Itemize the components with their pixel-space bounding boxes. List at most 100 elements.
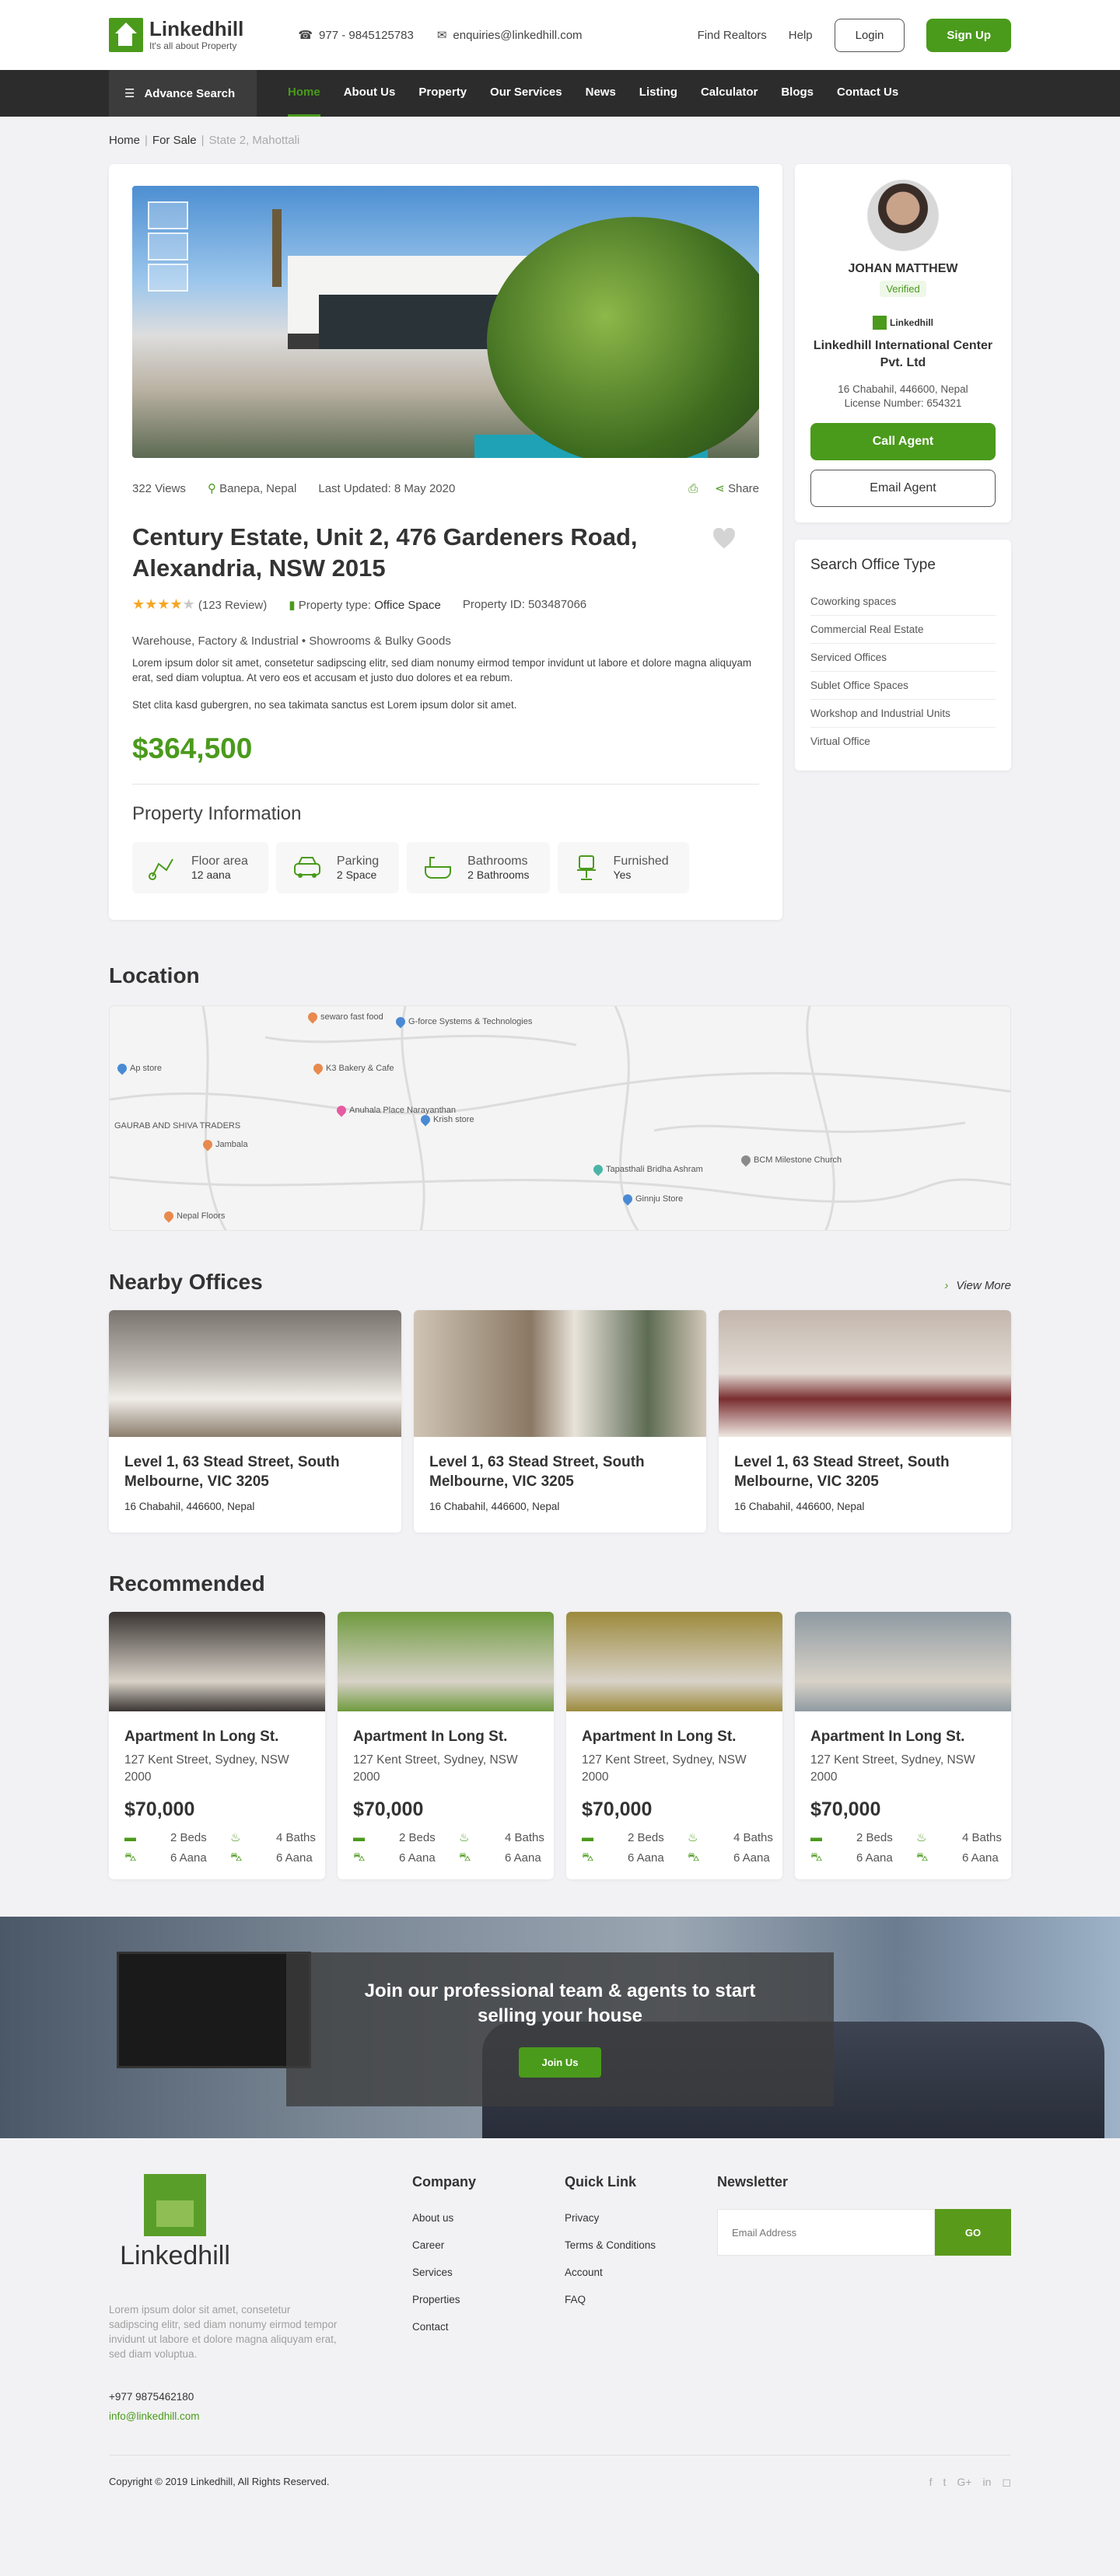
footer-link[interactable]: About us — [412, 2204, 565, 2232]
view-count: 322 Views — [132, 481, 186, 495]
footer-link[interactable]: Contact — [412, 2313, 565, 2340]
nav-news[interactable]: News — [586, 70, 616, 117]
print-icon[interactable]: ⎙ — [688, 482, 698, 495]
property-photo — [795, 1612, 1011, 1711]
bath-icon: ♨ — [230, 1831, 241, 1844]
property-location: ⚲ Banepa, Nepal — [207, 482, 297, 495]
gallery-thumb[interactable] — [148, 232, 188, 260]
breadcrumb-for-sale[interactable]: For Sale — [152, 134, 197, 147]
recommended-card[interactable]: Apartment In Long St. 127 Kent Street, Sy… — [109, 1612, 325, 1879]
beds-spec: ▬ 2 Beds — [582, 1830, 664, 1844]
linkedin-icon[interactable]: in — [982, 2476, 991, 2489]
recommended-card[interactable]: Apartment In Long St. 127 Kent Street, Sy… — [795, 1612, 1011, 1879]
feature-furnished: Furnished Yes — [557, 842, 689, 893]
office-type-item[interactable]: Virtual Office — [810, 728, 996, 755]
nearby-offices-list: Level 1, 63 Stead Street, South Melbourn… — [109, 1310, 1011, 1533]
newsletter-email-input[interactable] — [717, 2209, 935, 2256]
nav-about[interactable]: About Us — [344, 70, 396, 117]
gallery-thumb[interactable] — [148, 201, 188, 229]
nav-services[interactable]: Our Services — [490, 70, 562, 117]
office-card[interactable]: Level 1, 63 Stead Street, South Melbourn… — [414, 1310, 706, 1533]
email-agent-button[interactable]: Email Agent — [810, 470, 996, 507]
property-type: ▮ Property type: Office Space — [289, 598, 441, 612]
car-icon: ⛍ — [459, 1851, 471, 1864]
property-gallery[interactable] — [132, 186, 759, 458]
area-spec: ⛍ 6 Aana — [124, 1851, 207, 1865]
property-description-2: Stet clita kasd gubergren, no sea takima… — [132, 699, 517, 711]
map-place-label: sewaro fast food — [320, 1012, 383, 1022]
login-button[interactable]: Login — [834, 18, 905, 52]
advance-search-button[interactable]: ☰ Advance Search — [109, 70, 257, 117]
office-type-item[interactable]: Commercial Real Estate — [810, 616, 996, 644]
location-heading: Location — [109, 963, 200, 987]
bed-icon: ▬ — [582, 1830, 593, 1844]
office-card[interactable]: Level 1, 63 Stead Street, South Melbourn… — [719, 1310, 1011, 1533]
google-plus-icon[interactable]: G+ — [957, 2476, 971, 2489]
office-title: Level 1, 63 Stead Street, South Melbourn… — [124, 1454, 340, 1490]
car-icon: ⛍ — [230, 1851, 243, 1864]
nav-contact[interactable]: Contact Us — [837, 70, 898, 117]
nav-calculator[interactable]: Calculator — [701, 70, 758, 117]
footer-link[interactable]: FAQ — [565, 2286, 717, 2313]
instagram-icon[interactable]: ◻ — [1002, 2476, 1011, 2489]
banner-heading: Join our professional team & agents to s… — [364, 1980, 756, 2026]
area-spec: ⛍ 6 Aana — [582, 1851, 664, 1865]
share-button[interactable]: ⋖ Share — [715, 481, 759, 495]
footer-link[interactable]: Account — [565, 2259, 717, 2286]
company-heading: Company — [412, 2174, 477, 2190]
agency-license: License Number: 654321 — [844, 397, 962, 409]
header-email[interactable]: ✉ enquiries@linkedhill.com — [437, 28, 583, 43]
phone-icon: ☎ — [298, 29, 313, 42]
office-type-item[interactable]: Serviced Offices — [810, 644, 996, 672]
footer-link[interactable]: Properties — [412, 2286, 565, 2313]
property-card-price: $70,000 — [353, 1798, 424, 1820]
location-map[interactable]: sewaro fast food G-force Systems & Techn… — [109, 1005, 1011, 1231]
nav-listing[interactable]: Listing — [639, 70, 677, 117]
footer-logo[interactable]: Linkedhill — [109, 2174, 241, 2271]
header-phone[interactable]: ☎ 977 - 9845125783 — [298, 28, 413, 43]
join-us-button[interactable]: Join Us — [518, 2047, 602, 2078]
footer-link[interactable]: Terms & Conditions — [565, 2232, 717, 2259]
nav-home[interactable]: Home — [288, 70, 320, 117]
office-type-item[interactable]: Sublet Office Spaces — [810, 672, 996, 700]
call-agent-button[interactable]: Call Agent — [810, 423, 996, 460]
gallery-thumb[interactable] — [148, 264, 188, 292]
find-realtors-link[interactable]: Find Realtors — [698, 29, 767, 42]
nav-property[interactable]: Property — [418, 70, 467, 117]
view-more-link[interactable]: › View More — [944, 1279, 1011, 1292]
office-type-item[interactable]: Workshop and Industrial Units — [810, 700, 996, 728]
office-type-card: Search Office Type Coworking spaces Comm… — [795, 540, 1011, 771]
facebook-icon[interactable]: f — [929, 2476, 933, 2489]
favorite-heart-icon[interactable] — [712, 528, 736, 550]
recommended-card[interactable]: Apartment In Long St. 127 Kent Street, Sy… — [338, 1612, 554, 1879]
beds-spec: ▬ 2 Beds — [124, 1830, 207, 1844]
office-title: Level 1, 63 Stead Street, South Melbourn… — [734, 1454, 950, 1490]
office-address: 16 Chabahil, 446600, Nepal — [124, 1501, 255, 1512]
office-type-item[interactable]: Coworking spaces — [810, 588, 996, 616]
footer-link[interactable]: Career — [412, 2232, 565, 2259]
newsletter-submit-button[interactable]: GO — [935, 2209, 1011, 2256]
brand-tagline: It's all about Property — [149, 40, 237, 51]
footer-link[interactable]: Services — [412, 2259, 565, 2286]
brand-logo[interactable]: Linkedhill It's all about Property — [109, 18, 243, 52]
property-card-price: $70,000 — [124, 1798, 195, 1820]
recommended-card[interactable]: Apartment In Long St. 127 Kent Street, Sy… — [566, 1612, 782, 1879]
office-card[interactable]: Level 1, 63 Stead Street, South Melbourn… — [109, 1310, 401, 1533]
signup-button[interactable]: Sign Up — [926, 18, 1011, 52]
nav-blogs[interactable]: Blogs — [781, 70, 814, 117]
email-text: enquiries@linkedhill.com — [453, 28, 583, 42]
bed-icon: ▬ — [124, 1830, 136, 1844]
feature-bathrooms: Bathrooms 2 Bathrooms — [407, 842, 550, 893]
twitter-icon[interactable]: t — [943, 2476, 947, 2489]
help-link[interactable]: Help — [789, 29, 813, 42]
breadcrumb-home[interactable]: Home — [109, 134, 140, 147]
footer-link[interactable]: Privacy — [565, 2204, 717, 2232]
area-spec: ⛍ 6 Aana — [810, 1851, 893, 1865]
property-card-title: Apartment In Long St. — [353, 1728, 508, 1745]
bath-icon: ♨ — [916, 1831, 927, 1844]
top-header: Linkedhill It's all about Property ☎ 977 … — [0, 0, 1120, 70]
breadcrumb: Home | For Sale | State 2, Mahottali — [109, 134, 300, 147]
footer-email[interactable]: info@linkedhill.com — [109, 2410, 412, 2422]
footer-phone[interactable]: +977 9875462180 — [109, 2391, 412, 2403]
newsletter-heading: Newsletter — [717, 2174, 789, 2190]
